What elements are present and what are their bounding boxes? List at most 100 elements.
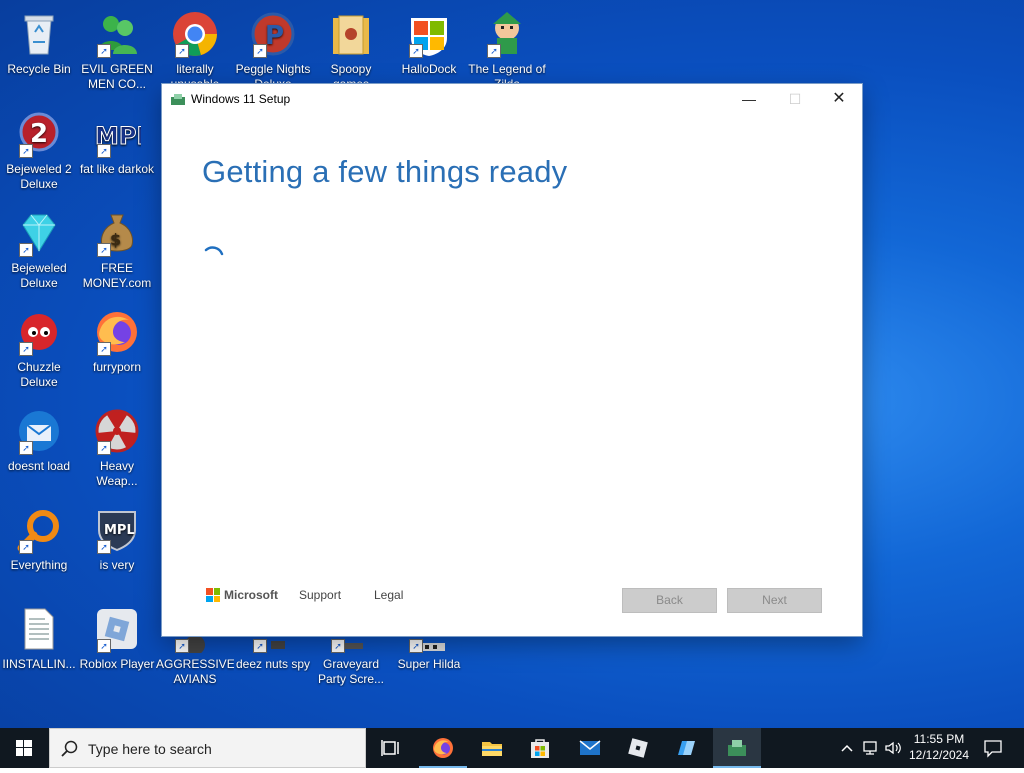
chuzzle-icon: ➚ [15,308,63,356]
thunderbird-icon: ➚ [15,407,63,455]
money-bag-icon: $ ➚ [93,209,141,257]
text-file-icon [15,605,63,653]
task-view-icon [381,740,399,756]
desktop-icon-hallodock[interactable]: ➚ HalloDock [390,6,468,77]
microsoft-label: Microsoft [224,588,278,602]
taskbar-mail[interactable] [566,728,614,768]
shortcut-arrow-icon: ➚ [487,44,501,58]
mail-icon [579,740,601,755]
everything-search-icon: ➚ [15,506,63,554]
desktop-icon-roblox-player[interactable]: ➚ Roblox Player [78,601,156,672]
desktop-icon-evil-green-men[interactable]: ➚ EVIL GREEN MEN CO... [78,6,156,92]
notifications-icon[interactable] [983,738,1003,763]
page-title: Getting a few things ready [202,154,568,189]
desktop-icon-free-money[interactable]: $ ➚ FREE MONEY.com [78,205,156,291]
desktop-icon-label: AGGRESSIVE AVIANS [156,657,234,686]
desktop-icon-heavy-weapon[interactable]: ➚ Heavy Weap... [78,403,156,489]
setup-window: Windows 11 Setup — ☐ ✕ Getting a few thi… [162,84,862,636]
desktop-icon-doesnt-load[interactable]: ➚ doesnt load [0,403,78,474]
desktop-icon-legend-of-zilda[interactable]: ➚ The Legend of Zilda [468,6,546,92]
windows-start-icon [16,740,32,756]
desktop-icon-bejeweled-deluxe[interactable]: ➚ Bejeweled Deluxe [0,205,78,291]
desktop-icon-chuzzle[interactable]: ➚ Chuzzle Deluxe [0,304,78,390]
task-view-button[interactable] [368,728,416,768]
taskbar-roblox-studio[interactable] [663,728,711,768]
setup-titlebar[interactable]: Windows 11 Setup — ☐ ✕ [162,84,862,114]
clock-date: 12/12/2024 [908,748,970,762]
shortcut-arrow-icon: ➚ [175,639,189,653]
zelda-icon: ➚ [483,10,531,58]
desktop-icon-label: is very [99,558,135,572]
svg-text:$: $ [110,230,121,249]
desktop-icon-recycle-bin[interactable]: Recycle Bin [0,6,78,77]
desktop-icon-spoopy-games[interactable]: Spoopy games [312,6,390,92]
desktop-icon-label: fat like darkok [79,162,155,176]
shortcut-arrow-icon: ➚ [97,540,111,554]
folder-icon [327,10,375,58]
desktop-icon-fat-like-darkok[interactable]: MPL ➚ fat like darkok [78,106,156,177]
desktop-icon-is-very[interactable]: MPL ➚ is very [78,502,156,573]
taskbar-firefox[interactable] [419,728,467,768]
taskbar-roblox[interactable] [614,728,662,768]
desktop-icon-label: HalloDock [401,62,457,76]
peggle-icon: P ➚ [249,10,297,58]
taskbar-file-explorer[interactable] [468,728,516,768]
firefox-icon: ➚ [93,308,141,356]
shortcut-arrow-icon: ➚ [97,639,111,653]
close-button[interactable]: ✕ [816,84,862,114]
system-clock[interactable]: 11:55 PM 12/12/2024 [902,731,976,763]
taskbar-search-box[interactable]: Type here to search [49,728,366,768]
next-button[interactable]: Next [727,588,822,613]
desktop-icon-label: Recycle Bin [7,62,71,76]
shortcut-arrow-icon: ➚ [97,243,111,257]
desktop-icon-label: IINSTALLIN... [2,657,76,671]
desktop-icon-peggle-nights[interactable]: P ➚ Peggle Nights Deluxe [234,6,312,92]
start-button[interactable] [0,728,48,768]
desktop-icon-label: Graveyard Party Scre... [317,657,385,686]
maximize-button[interactable]: ☐ [772,84,818,114]
roblox-icon [628,738,648,758]
shortcut-arrow-icon: ➚ [175,44,189,58]
recycle-bin-icon [15,10,63,58]
shortcut-arrow-icon: ➚ [19,540,33,554]
taskbar-store[interactable] [516,728,564,768]
loading-spinner-icon [202,244,226,268]
desktop-icon-label: Chuzzle Deluxe [17,360,61,389]
desktop-icon-label: EVIL GREEN MEN CO... [81,62,153,91]
desktop-icon-label: FREE MONEY.com [82,261,152,290]
minimize-button[interactable]: — [726,84,772,114]
shortcut-arrow-icon: ➚ [19,441,33,455]
legal-link[interactable]: Legal [374,588,403,602]
search-icon [61,740,79,758]
support-link[interactable]: Support [299,588,341,602]
chevron-up-icon[interactable] [840,740,854,761]
microsoft-logo-icon [206,588,220,602]
desktop-icon-label: Bejeweled 2 Deluxe [6,162,72,191]
chrome-icon: ➚ [171,10,219,58]
desktop-icon-everything[interactable]: ➚ Everything [0,502,78,573]
back-button[interactable]: Back [622,588,717,613]
desktop-icon-chrome[interactable]: ➚ literally unusable [156,6,234,92]
mpl-icon: MPL ➚ [93,110,152,158]
desktop-icon-bejeweled-2[interactable]: 2 ➚ Bejeweled 2 Deluxe [0,106,78,192]
desktop-icon-installing-file[interactable]: IINSTALLIN... [0,601,78,672]
firefox-icon [433,738,453,758]
roblox-icon: ➚ [93,605,141,653]
shortcut-arrow-icon: ➚ [19,342,33,356]
shortcut-arrow-icon: ➚ [97,144,111,158]
desktop-icon-label: Heavy Weap... [96,459,138,488]
shortcut-arrow-icon: ➚ [19,243,33,257]
mpl-shield-icon: MPL ➚ [93,506,141,554]
setup-app-icon [171,92,185,105]
taskbar-windows-setup[interactable] [713,728,761,768]
svg-text:P: P [265,21,284,51]
desktop-icon-label: Bejeweled Deluxe [11,261,67,290]
shortcut-arrow-icon: ➚ [97,441,111,455]
green-men-icon: ➚ [93,10,141,58]
shortcut-arrow-icon: ➚ [253,639,267,653]
desktop-icon-label: Roblox Player [79,657,155,671]
volume-icon[interactable] [884,740,902,761]
desktop-icon-furryporn[interactable]: ➚ furryporn [78,304,156,375]
search-input[interactable]: Type here to search [88,741,212,757]
network-icon[interactable] [862,740,880,761]
